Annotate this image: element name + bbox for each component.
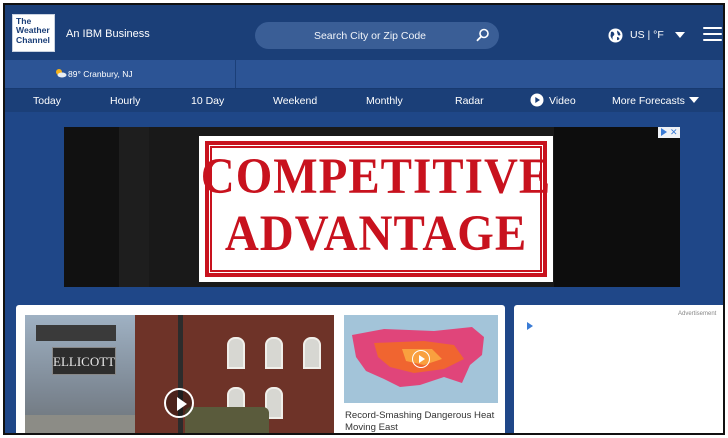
search-input[interactable] [255,22,499,49]
search-bar[interactable] [255,22,499,49]
ellicott-sign: ELLICOTT [52,347,116,375]
adchoices-icon[interactable] [527,322,533,330]
sign-text: ELLICOTT [53,354,116,369]
ad-sidebar-card [514,305,723,433]
tab-today[interactable]: Today [33,95,61,107]
weather-channel-logo[interactable]: The Weather Channel [12,14,55,52]
browser-frame: The Weather Channel An IBM Business US |… [3,3,725,435]
play-video-icon[interactable] [164,388,194,418]
adchoices-icon[interactable]: ✕ [658,127,680,138]
logo-text: The Weather Channel [16,16,50,45]
region-unit-selector[interactable]: US | °F [630,29,664,41]
tab-weekend[interactable]: Weekend [273,95,317,107]
play-icon[interactable] [530,93,544,107]
more-forecasts-label: More Forecasts [612,95,685,107]
heat-headline[interactable]: Record-Smashing Dangerous Heat Moving Ea… [345,410,503,433]
forecast-nav: Today Hourly 10 Day Weekend Monthly Rada… [5,88,723,112]
globe-icon[interactable] [608,28,623,43]
current-location-temp[interactable]: 89° Cranbury, NJ [68,69,133,79]
stamp-line-2: ADVANTAGE [224,205,528,263]
tab-video[interactable]: Video [549,95,576,107]
location-divider [235,60,236,88]
tab-radar[interactable]: Radar [455,95,484,107]
tab-10-day[interactable]: 10 Day [191,95,224,107]
sun-cloud-icon [56,69,67,78]
tab-monthly[interactable]: Monthly [366,95,403,107]
stamp-line-1: COMPETITIVE [200,148,552,206]
caret-down-icon[interactable] [675,32,685,38]
top-header: The Weather Channel An IBM Business US |… [5,5,723,60]
competitive-advantage-stamp: COMPETITIVE ADVANTAGE [199,136,553,282]
tab-more-forecasts[interactable]: More Forecasts [612,95,699,107]
tab-hourly[interactable]: Hourly [110,95,140,107]
hamburger-icon[interactable] [703,27,722,41]
advertisement-label: Advertisement [678,311,717,317]
location-bar: 89° Cranbury, NJ [5,60,723,88]
play-video-icon[interactable] [412,350,430,368]
search-icon[interactable] [476,28,490,42]
caret-down-icon [688,97,699,103]
ibm-business-label: An IBM Business [66,28,150,40]
